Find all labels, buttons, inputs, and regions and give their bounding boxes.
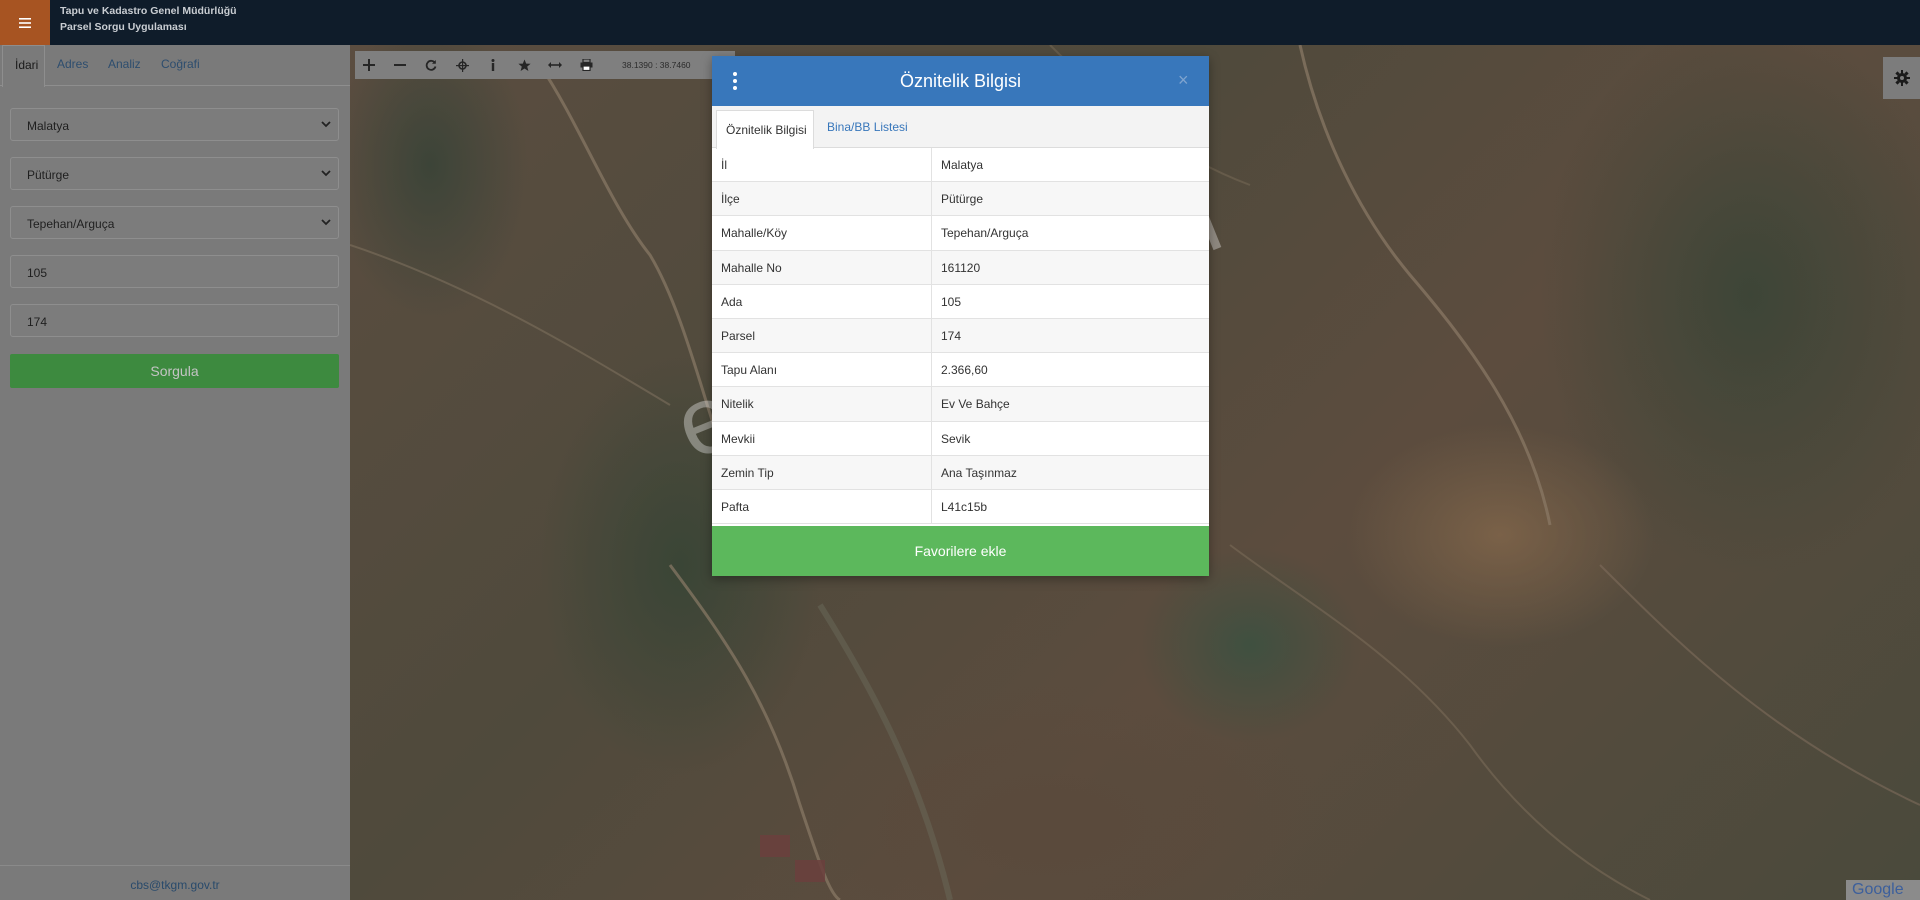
tab-adres[interactable]: Adres (57, 57, 88, 71)
zoom-out-icon[interactable] (386, 51, 414, 79)
google-attribution: Google (1846, 880, 1920, 900)
org-name: Tapu ve Kadastro Genel Müdürlüğü (60, 5, 237, 17)
app-name: Parsel Sorgu Uygulaması (60, 21, 187, 33)
row-value: 105 (941, 294, 962, 309)
row-value: Sevik (941, 431, 971, 446)
tab-analiz[interactable]: Analiz (108, 57, 141, 71)
table-row: İl Malatya (712, 148, 1209, 183)
row-value: 174 (941, 328, 962, 343)
row-key: İlçe (712, 182, 932, 216)
query-button[interactable]: Sorgula (10, 354, 339, 388)
coordinate-readout: 38.1390 : 38.7460 (622, 60, 691, 70)
mahalle-select[interactable]: Tepehan/Arguça (10, 206, 339, 239)
row-key: İl (712, 148, 932, 182)
close-icon[interactable]: × (1178, 70, 1189, 91)
dialog-title: Öznitelik Bilgisi (899, 71, 1022, 91)
parsel-input[interactable]: 174 (10, 304, 339, 337)
row-value: 161120 (941, 260, 981, 275)
row-value: L41c15b (941, 499, 988, 514)
chevron-down-icon (321, 219, 331, 226)
row-key: Ada (712, 284, 932, 318)
table-row: Mahalle No 161120 (712, 250, 1209, 285)
tab-bina-bb-listesi[interactable]: Bina/BB Listesi (827, 120, 908, 134)
favorite-star-icon[interactable] (510, 51, 538, 79)
chevron-down-icon (321, 121, 331, 128)
table-row: Ada 105 (712, 284, 1209, 319)
refresh-icon[interactable] (417, 51, 445, 79)
row-key: Nitelik (712, 387, 932, 421)
dialog-tabs: Öznitelik Bilgisi Bina/BB Listesi (712, 106, 1209, 149)
row-key: Pafta (712, 489, 932, 524)
row-key: Tapu Alanı (712, 353, 932, 387)
sidebar: İdari Adres Analiz Coğrafi Malatya Pütür… (0, 45, 350, 900)
tab-cografi[interactable]: Coğrafi (161, 57, 200, 71)
table-row: Zemin Tip Ana Taşınmaz (712, 455, 1209, 490)
row-key: Zemin Tip (712, 455, 932, 489)
table-row: Mevkii Sevik (712, 421, 1209, 456)
attribute-table: İl Malatya İlçe Pütürge Mahalle/Köy Tepehan… (712, 148, 1209, 525)
add-to-favorites-button[interactable]: Favorilere ekle (712, 526, 1209, 576)
parsel-input-value: 174 (27, 315, 48, 329)
table-row: Tapu Alanı 2.366,60 (712, 353, 1209, 388)
hamburger-icon[interactable] (0, 0, 50, 45)
locate-icon[interactable] (448, 51, 476, 79)
tab-idari[interactable]: İdari (2, 45, 45, 87)
dialog-header: Öznitelik Bilgisi × (712, 56, 1209, 106)
ada-input-value: 105 (27, 266, 48, 280)
mahalle-select-value: Tepehan/Arguça (27, 217, 115, 231)
row-value: Tepehan/Arguça (941, 226, 1029, 241)
sidebar-tabs: İdari Adres Analiz Coğrafi (0, 45, 350, 87)
row-key: Parsel (712, 318, 932, 353)
il-select[interactable]: Malatya (10, 108, 339, 141)
zoom-in-icon[interactable] (355, 51, 383, 79)
attribute-dialog: Öznitelik Bilgisi × Öznitelik Bilgisi Bi… (712, 56, 1209, 576)
chevron-down-icon (321, 170, 331, 177)
info-icon[interactable] (479, 51, 507, 79)
row-key: Mahalle/Köy (712, 216, 932, 250)
row-value: Pütürge (941, 192, 984, 207)
ilce-select-value: Pütürge (27, 168, 70, 182)
ada-input[interactable]: 105 (10, 255, 339, 288)
row-key: Mevkii (712, 421, 932, 455)
print-icon[interactable] (572, 51, 600, 79)
il-select-value: Malatya (27, 119, 70, 133)
row-value: Ev Ve Bahçe (941, 397, 1010, 412)
app-header: Tapu ve Kadastro Genel Müdürlüğü Parsel … (0, 0, 1920, 45)
row-value: Ana Taşınmaz (941, 465, 1017, 480)
table-row: İlçe Pütürge (712, 182, 1209, 217)
brand: Tapu ve Kadastro Genel Müdürlüğü Parsel … (60, 3, 237, 35)
ilce-select[interactable]: Pütürge (10, 157, 339, 190)
gear-icon[interactable] (1883, 57, 1920, 99)
measure-icon[interactable] (541, 51, 569, 79)
table-row: Mahalle/Köy Tepehan/Arguça (712, 216, 1209, 251)
row-key: Mahalle No (712, 250, 932, 284)
tab-oznitelik-bilgisi[interactable]: Öznitelik Bilgisi (716, 110, 814, 149)
row-value: 2.366,60 (941, 363, 988, 378)
table-row: Parsel 174 (712, 318, 1209, 354)
map-toolbar: 38.1390 : 38.7460 (355, 51, 735, 79)
table-row: Nitelik Ev Ve Bahçe (712, 387, 1209, 422)
contact-email[interactable]: cbs@tkgm.gov.tr (0, 865, 350, 900)
row-value: Malatya (941, 158, 984, 172)
table-row: Pafta L41c15b (712, 489, 1209, 525)
